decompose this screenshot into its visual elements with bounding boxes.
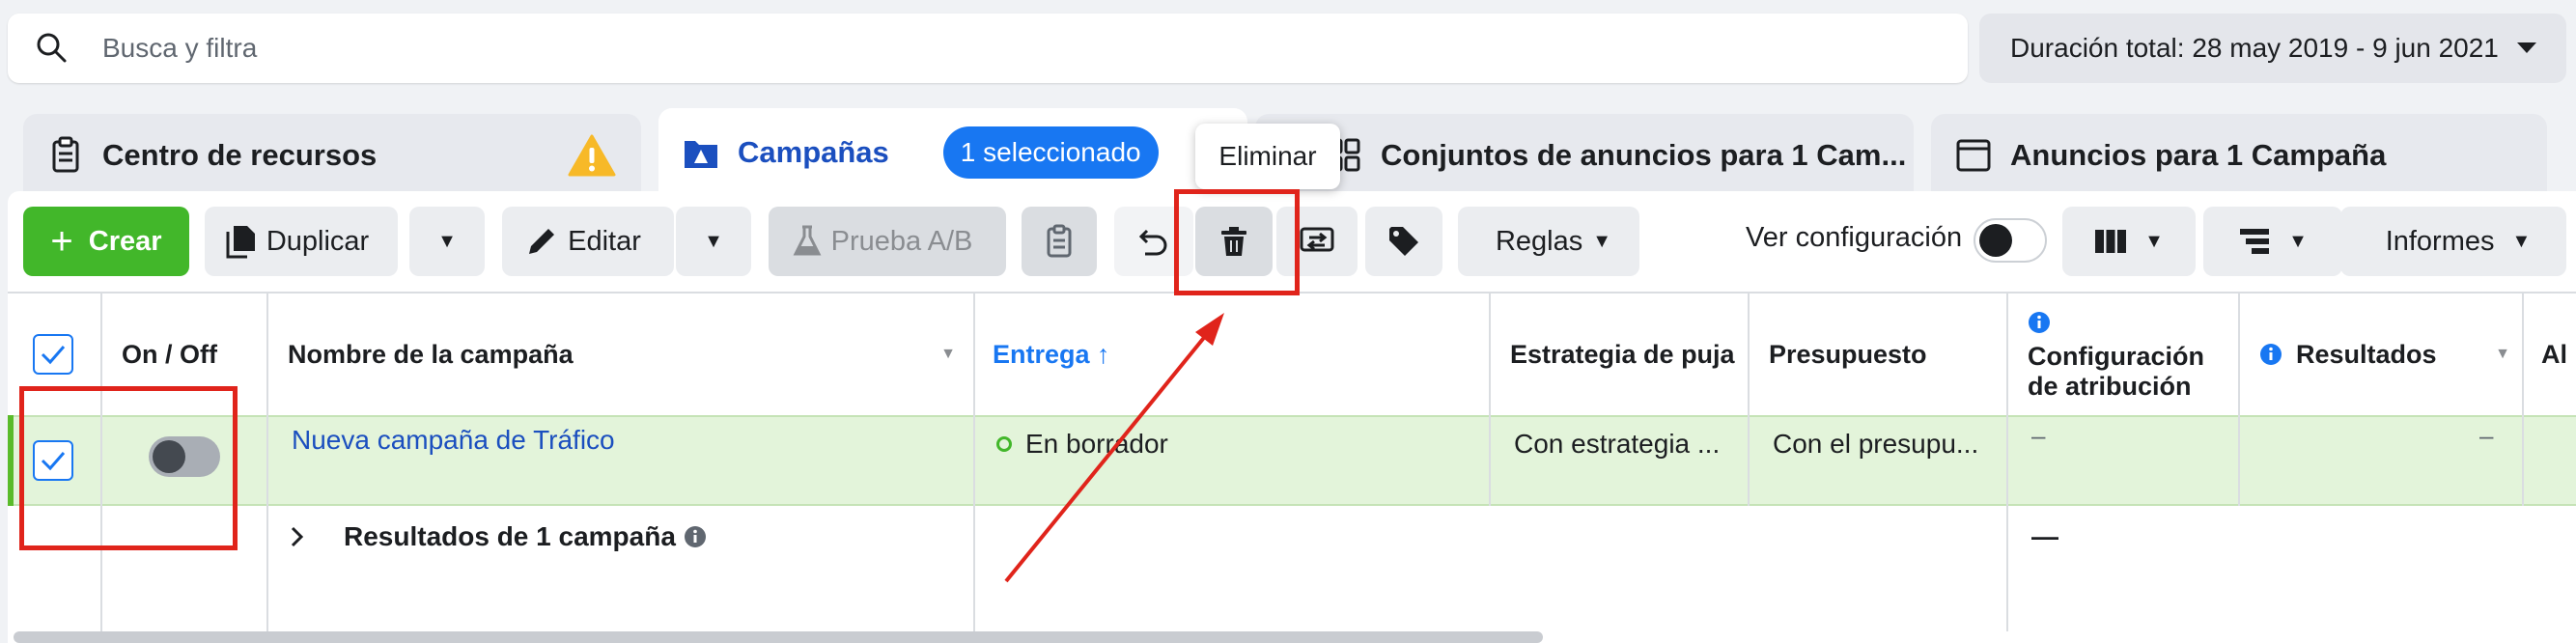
annotation-arrow	[1004, 313, 1224, 583]
